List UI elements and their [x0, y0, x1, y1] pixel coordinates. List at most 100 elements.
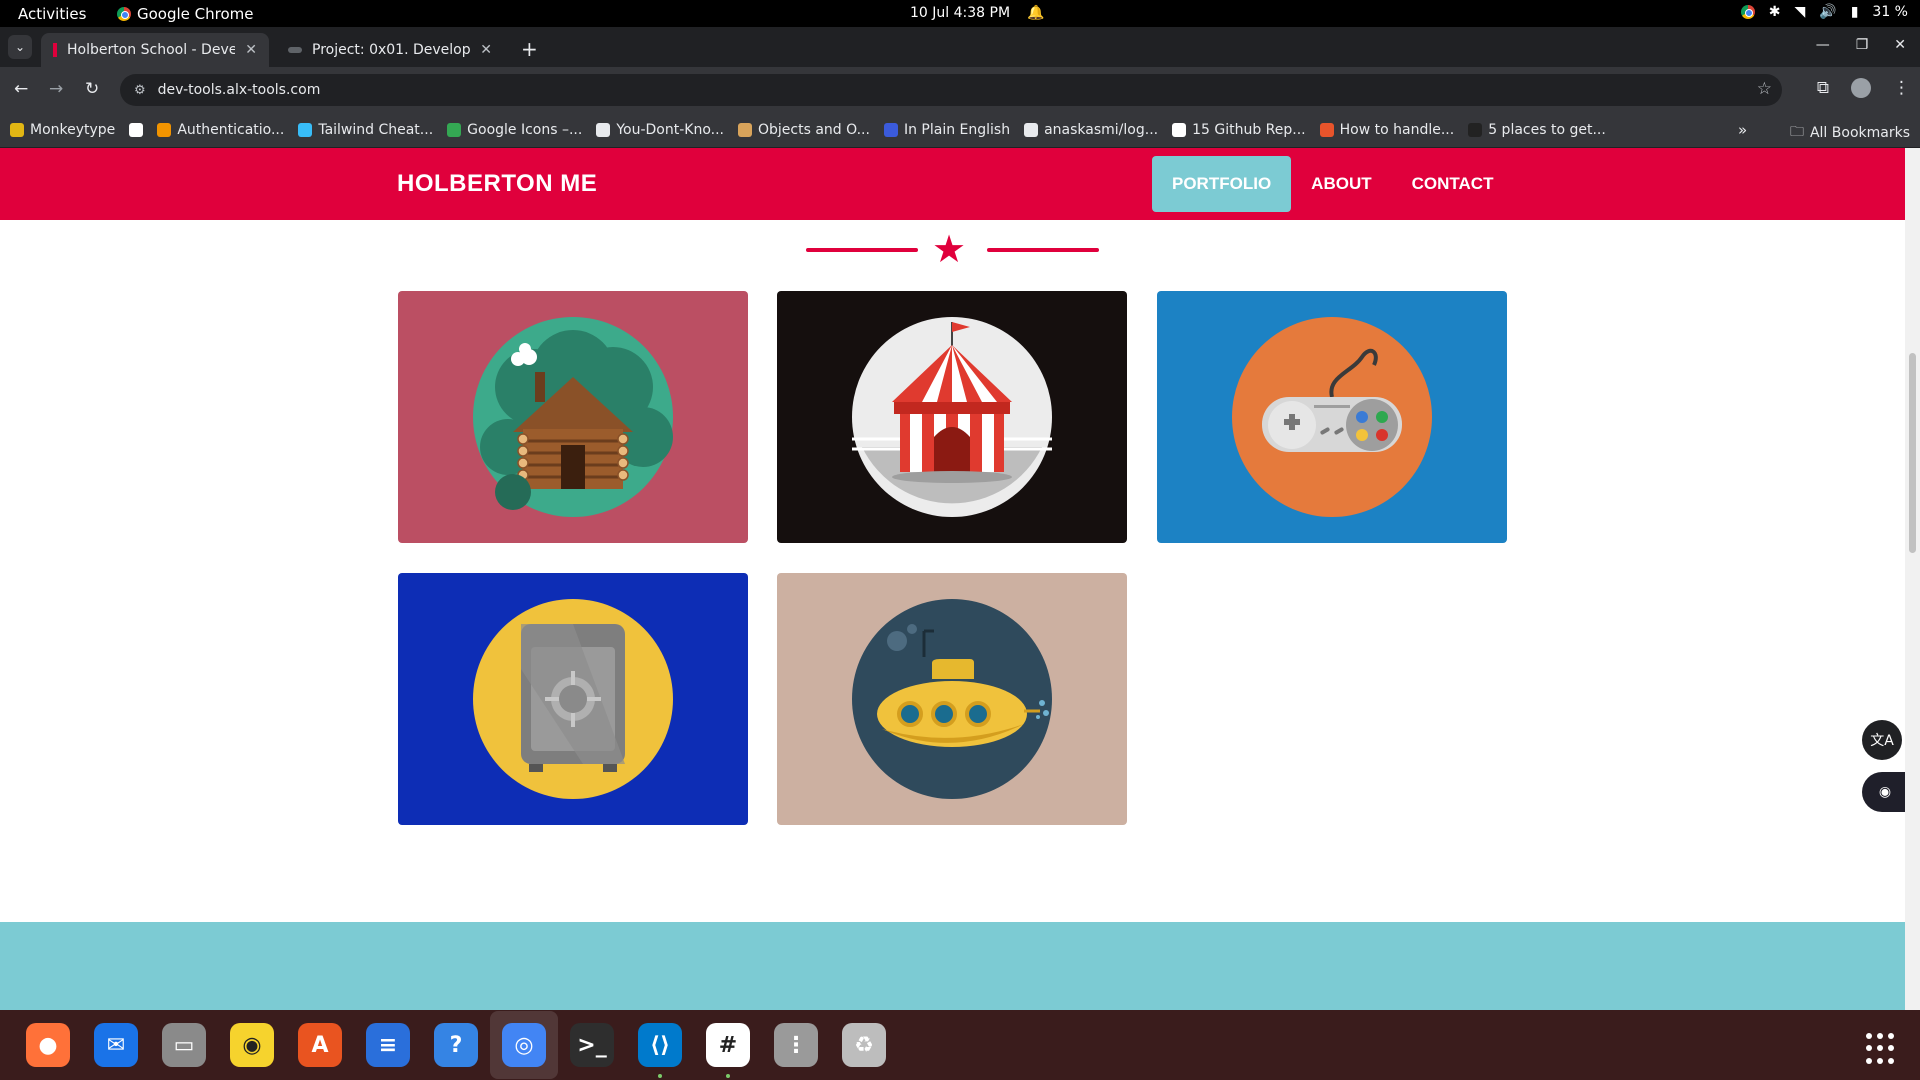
bookmark-favicon-icon: [596, 122, 611, 137]
browser-toolbar: ← → ↻ ⚙ dev-tools.alx-tools.com ☆ ⧉ ⋮: [0, 67, 1920, 112]
volume-icon: 🔊: [1819, 4, 1837, 20]
dock-item[interactable]: ⟨⟩: [626, 1011, 694, 1079]
dock-item[interactable]: ●: [14, 1011, 82, 1079]
maximize-icon[interactable]: ❐: [1856, 37, 1869, 53]
notification-bell-icon[interactable]: 🔔: [1027, 5, 1044, 21]
bookmark-item[interactable]: [129, 122, 144, 137]
submarine-icon: [852, 599, 1052, 799]
nav-portfolio[interactable]: PORTFOLIO: [1152, 156, 1292, 212]
bookmark-label: 5 places to get...: [1488, 121, 1606, 138]
tab-holberton[interactable]: Holberton School - Deve ✕: [41, 33, 269, 67]
battery-icon: ▮: [1850, 4, 1859, 20]
bookmark-item[interactable]: How to handle...: [1319, 122, 1454, 138]
bookmark-item[interactable]: Monkeytype: [10, 122, 115, 138]
more-bookmarks-icon[interactable]: »: [1738, 121, 1747, 139]
bookmark-label: Objects and O...: [758, 121, 870, 138]
bookmark-item[interactable]: Tailwind Cheat...: [298, 122, 433, 138]
system-tray[interactable]: ✱ ◥ 🔊 ▮ 31 %: [1740, 4, 1908, 20]
bookmark-label: Authenticatio...: [177, 121, 285, 138]
log-cabin-icon: [473, 317, 673, 517]
bookmark-item[interactable]: Google Icons –...: [447, 122, 582, 138]
close-tab-icon[interactable]: ✕: [480, 42, 492, 58]
close-tab-icon[interactable]: ✕: [245, 42, 257, 58]
assistant-icon[interactable]: ◉: [1862, 772, 1905, 812]
portfolio-card-cabin[interactable]: [398, 291, 748, 543]
scrollbar-thumb[interactable]: [1909, 353, 1916, 553]
bookmark-favicon-icon: [1024, 122, 1039, 137]
running-indicator: [658, 1074, 662, 1078]
portfolio-card-safe[interactable]: [398, 573, 748, 825]
new-tab-button[interactable]: +: [521, 37, 538, 61]
holberton-favicon-icon: [53, 43, 57, 57]
bookmark-label: Google Icons –...: [467, 121, 583, 138]
page-scrollbar[interactable]: [1905, 148, 1920, 1010]
bookmark-favicon-icon: [157, 122, 172, 137]
bookmark-favicon-icon: [883, 122, 898, 137]
extensions-icon[interactable]: ⧉: [1817, 78, 1829, 98]
bookmark-item[interactable]: 15 Github Rep...: [1172, 122, 1306, 138]
divider-line-left: [806, 248, 918, 252]
tab-project[interactable]: Project: 0x01. Developer ✕: [276, 33, 504, 67]
dock-item[interactable]: ✉: [82, 1011, 150, 1079]
bookmark-item[interactable]: Objects and O...: [738, 122, 870, 138]
tab-search-button[interactable]: ⌄: [8, 35, 32, 59]
portfolio-card-controller[interactable]: [1157, 291, 1507, 543]
site-logo[interactable]: HOLBERTON ME: [397, 170, 597, 198]
dock-item[interactable]: A: [286, 1011, 354, 1079]
bookmark-item[interactable]: 5 places to get...: [1468, 122, 1606, 138]
bookmark-favicon-icon: [738, 122, 753, 137]
site-header: HOLBERTON ME PORTFOLIO ABOUT CONTACT: [0, 148, 1905, 220]
dock-item[interactable]: ◎: [490, 1011, 558, 1079]
libreoffice-writer-icon: ≡: [366, 1023, 410, 1067]
menu-icon[interactable]: ⋮: [1893, 78, 1910, 98]
close-window-icon[interactable]: ✕: [1894, 37, 1906, 53]
translate-icon[interactable]: 文A: [1862, 720, 1902, 760]
firefox-icon: ●: [26, 1023, 70, 1067]
bookmark-item[interactable]: Authenticatio...: [157, 122, 284, 138]
forward-icon[interactable]: →: [49, 79, 63, 99]
app-menu[interactable]: Google Chrome: [117, 5, 254, 23]
all-bookmarks-button[interactable]: 🗀 All Bookmarks: [1790, 121, 1910, 145]
bookmark-item[interactable]: You-Dont-Kno...: [596, 122, 724, 138]
footer-section: [0, 922, 1905, 1010]
bookmark-item[interactable]: anaskasmi/log...: [1024, 122, 1158, 138]
chrome-icon: ◎: [502, 1023, 546, 1067]
clock[interactable]: 10 Jul 4:38 PM: [910, 5, 1010, 21]
back-icon[interactable]: ←: [14, 79, 28, 99]
dock-item[interactable]: ♻: [830, 1011, 898, 1079]
bookmarks-bar: Monkeytype Authenticatio... Tailwind Cheat…: [0, 112, 1920, 148]
bookmark-label: In Plain English: [903, 121, 1011, 138]
nav-contact[interactable]: CONTACT: [1392, 156, 1514, 212]
url-text: dev-tools.alx-tools.com: [157, 82, 321, 98]
nav-about[interactable]: ABOUT: [1291, 156, 1391, 212]
dock-item[interactable]: >_: [558, 1011, 626, 1079]
bookmark-star-icon[interactable]: ☆: [1757, 79, 1772, 99]
section-divider: ★: [806, 229, 1100, 270]
bookmark-item[interactable]: In Plain English: [883, 121, 1011, 138]
app-center-icon: A: [298, 1023, 342, 1067]
bookmark-favicon-icon: [298, 122, 313, 137]
dock-item[interactable]: ◉: [218, 1011, 286, 1079]
portfolio-card-submarine[interactable]: [777, 573, 1127, 825]
minimize-icon[interactable]: —: [1816, 37, 1830, 53]
portfolio-card-circus[interactable]: [777, 291, 1127, 543]
dock-item[interactable]: ?: [422, 1011, 490, 1079]
dock-item[interactable]: #: [694, 1011, 762, 1079]
dock-item[interactable]: ≡: [354, 1011, 422, 1079]
address-bar[interactable]: ⚙ dev-tools.alx-tools.com ☆: [120, 74, 1782, 106]
profile-avatar[interactable]: [1851, 78, 1871, 98]
window-controls: — ❐ ✕: [1816, 37, 1906, 53]
bookmark-favicon-icon: [129, 122, 144, 137]
terminal-icon: >_: [570, 1023, 614, 1067]
bookmark-label: You-Dont-Kno...: [616, 121, 725, 138]
dock-item[interactable]: ⋮: [762, 1011, 830, 1079]
show-apps-icon[interactable]: [1866, 1033, 1898, 1065]
bookmark-favicon-icon: [10, 122, 24, 137]
dock-item[interactable]: ▭: [150, 1011, 218, 1079]
bookmark-favicon-icon: [1468, 122, 1483, 137]
site-info-icon[interactable]: ⚙: [134, 83, 146, 98]
divider-line-right: [987, 248, 1099, 252]
activities-button[interactable]: Activities: [18, 5, 86, 23]
vscode-icon: ⟨⟩: [638, 1023, 682, 1067]
reload-icon[interactable]: ↻: [85, 79, 99, 99]
